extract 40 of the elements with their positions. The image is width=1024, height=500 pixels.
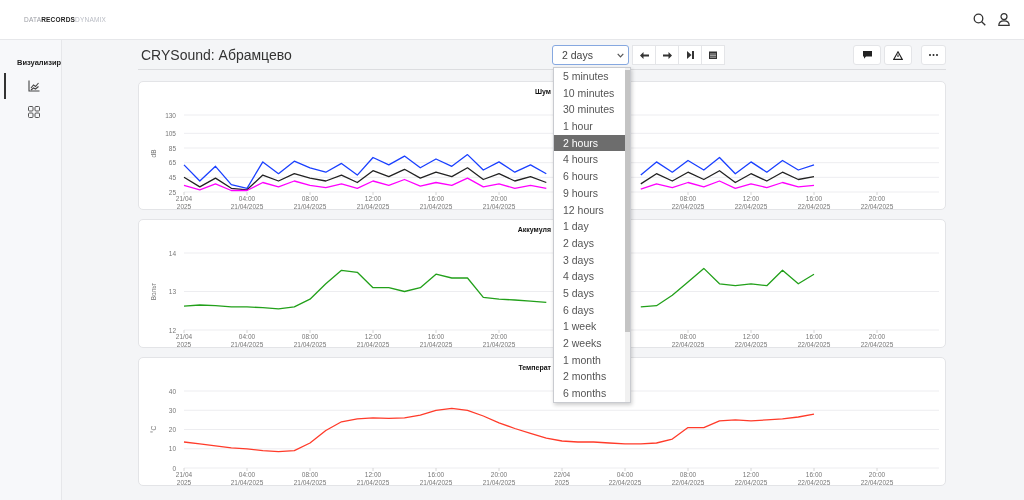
period-option[interactable]: 4 days (554, 268, 625, 285)
period-option[interactable]: 12 hours (554, 201, 625, 219)
period-option[interactable]: 1 month (554, 351, 625, 369)
period-option[interactable]: 4 hours (554, 151, 625, 169)
period-option[interactable]: 1 hour (554, 118, 625, 135)
period-option[interactable]: 1 week (554, 318, 625, 335)
period-option[interactable]: 3 days (554, 251, 625, 269)
line-chart-icon (28, 80, 40, 92)
period-option[interactable]: 5 minutes (554, 68, 625, 85)
period-option[interactable]: 9 hours (554, 184, 625, 202)
period-select[interactable]: 2 days (552, 45, 629, 65)
warning-button[interactable] (884, 45, 912, 65)
grid-icon (28, 106, 40, 118)
period-option[interactable]: 5 days (554, 284, 625, 302)
user-icon[interactable] (998, 13, 1010, 26)
page-title: CRYSound: Абрамцево (140, 47, 293, 63)
skip-end-icon (686, 51, 694, 59)
skip-end-button[interactable] (678, 45, 702, 65)
period-option[interactable]: 30 minutes (554, 101, 625, 119)
period-option[interactable]: 6 hours (554, 168, 625, 185)
period-option[interactable]: 10 minutes (554, 84, 625, 102)
period-option[interactable]: 6 days (554, 301, 625, 319)
speech-bubble-icon (862, 51, 872, 59)
forward-button[interactable] (655, 45, 679, 65)
arrow-right-icon (662, 51, 672, 59)
period-option[interactable]: 6 months (554, 385, 625, 402)
calendar-icon (709, 51, 717, 59)
period-option[interactable]: 2 months (554, 368, 625, 386)
period-option[interactable]: 1 day (554, 218, 625, 235)
scrollbar[interactable] (625, 68, 630, 402)
period-option[interactable]: 2 weeks (554, 335, 625, 352)
period-option[interactable]: 2 days (554, 234, 625, 252)
comment-button[interactable] (853, 45, 881, 65)
back-button[interactable] (632, 45, 656, 65)
search-icon[interactable] (973, 13, 986, 26)
chevron-icon (617, 52, 624, 58)
period-option[interactable]: 2 hours (554, 134, 625, 152)
warning-icon (893, 50, 903, 60)
calendar-button[interactable] (701, 45, 725, 65)
arrow-left-icon (639, 51, 649, 59)
